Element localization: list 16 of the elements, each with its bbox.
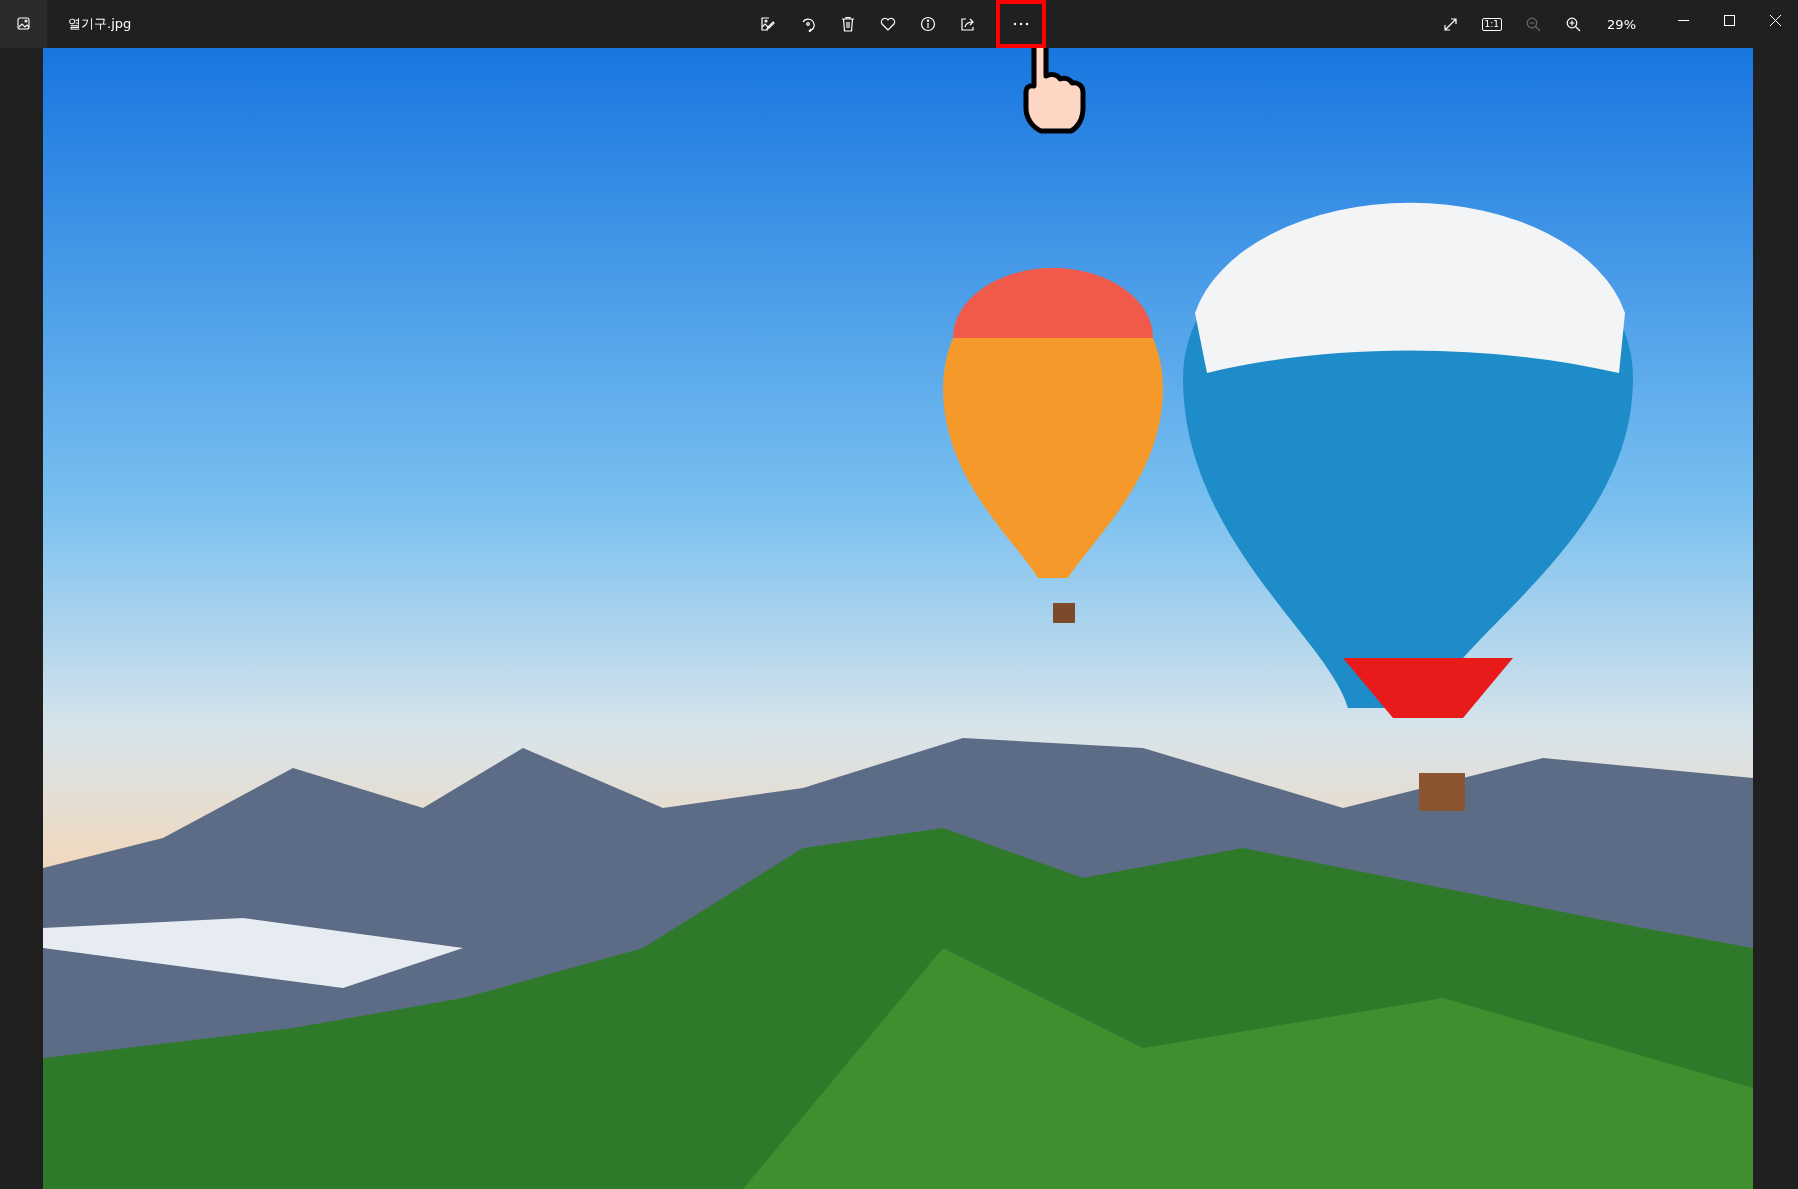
edit-image-icon <box>760 16 776 32</box>
trash-icon <box>840 16 856 32</box>
zoom-level: 29% <box>1607 16 1636 32</box>
minimize-icon <box>1677 19 1689 21</box>
pointing-hand-icon <box>1022 48 1086 134</box>
info-icon <box>920 16 936 32</box>
share-icon <box>960 16 976 32</box>
file-name: 열기구.jpg <box>68 15 132 33</box>
more-icon <box>1013 22 1029 26</box>
actual-size-button[interactable]: 1:1 <box>1481 17 1503 31</box>
heart-icon <box>880 16 896 32</box>
close-icon <box>1769 14 1781 26</box>
more-button[interactable] <box>996 0 1046 48</box>
image-app-icon <box>16 17 31 31</box>
maximize-icon <box>1723 14 1735 26</box>
rotate-icon <box>800 16 816 32</box>
